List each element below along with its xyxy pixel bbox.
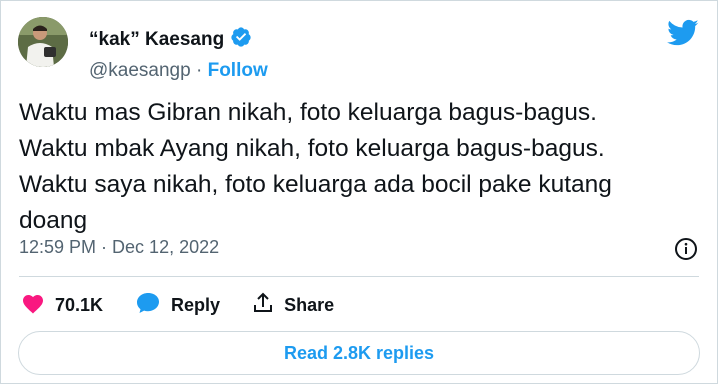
read-replies-label: Read 2.8K replies [283, 342, 435, 363]
author-display-name[interactable]: “kak” Kaesang [89, 29, 224, 51]
speech-bubble-icon [135, 291, 161, 320]
twitter-bird-icon[interactable] [667, 19, 699, 47]
handle-separator: · [190, 60, 208, 81]
author-handle-row: @kaesangp · Follow [89, 60, 268, 82]
share-upload-icon [252, 291, 274, 320]
share-label: Share [284, 295, 335, 315]
author-name-row: “kak” Kaesang [89, 26, 268, 54]
like-button[interactable]: 70.1K [21, 292, 103, 319]
divider [19, 276, 699, 277]
reply-label: Reply [171, 295, 221, 315]
tweet-card: “kak” Kaesang @kaesangp · Follow Waktu m… [0, 0, 718, 384]
author-handle[interactable]: @kaesangp [89, 60, 191, 81]
action-bar: 70.1K Reply Share [21, 291, 366, 320]
tweet-text: Waktu mas Gibran nikah, foto keluarga ba… [19, 99, 612, 234]
verified-badge-icon [230, 26, 252, 54]
heart-icon [21, 292, 45, 319]
read-replies-button[interactable]: Read 2.8K replies [18, 331, 700, 375]
likes-count: 70.1K [55, 295, 104, 315]
tweet-timestamp[interactable]: 12:59 PM · Dec 12, 2022 [19, 237, 219, 258]
reply-button[interactable]: Reply [135, 291, 220, 320]
info-icon[interactable] [674, 237, 698, 261]
avatar[interactable] [18, 17, 68, 67]
share-button[interactable]: Share [252, 291, 334, 320]
author-block: “kak” Kaesang @kaesangp · Follow [89, 26, 268, 82]
follow-button[interactable]: Follow [208, 60, 268, 81]
